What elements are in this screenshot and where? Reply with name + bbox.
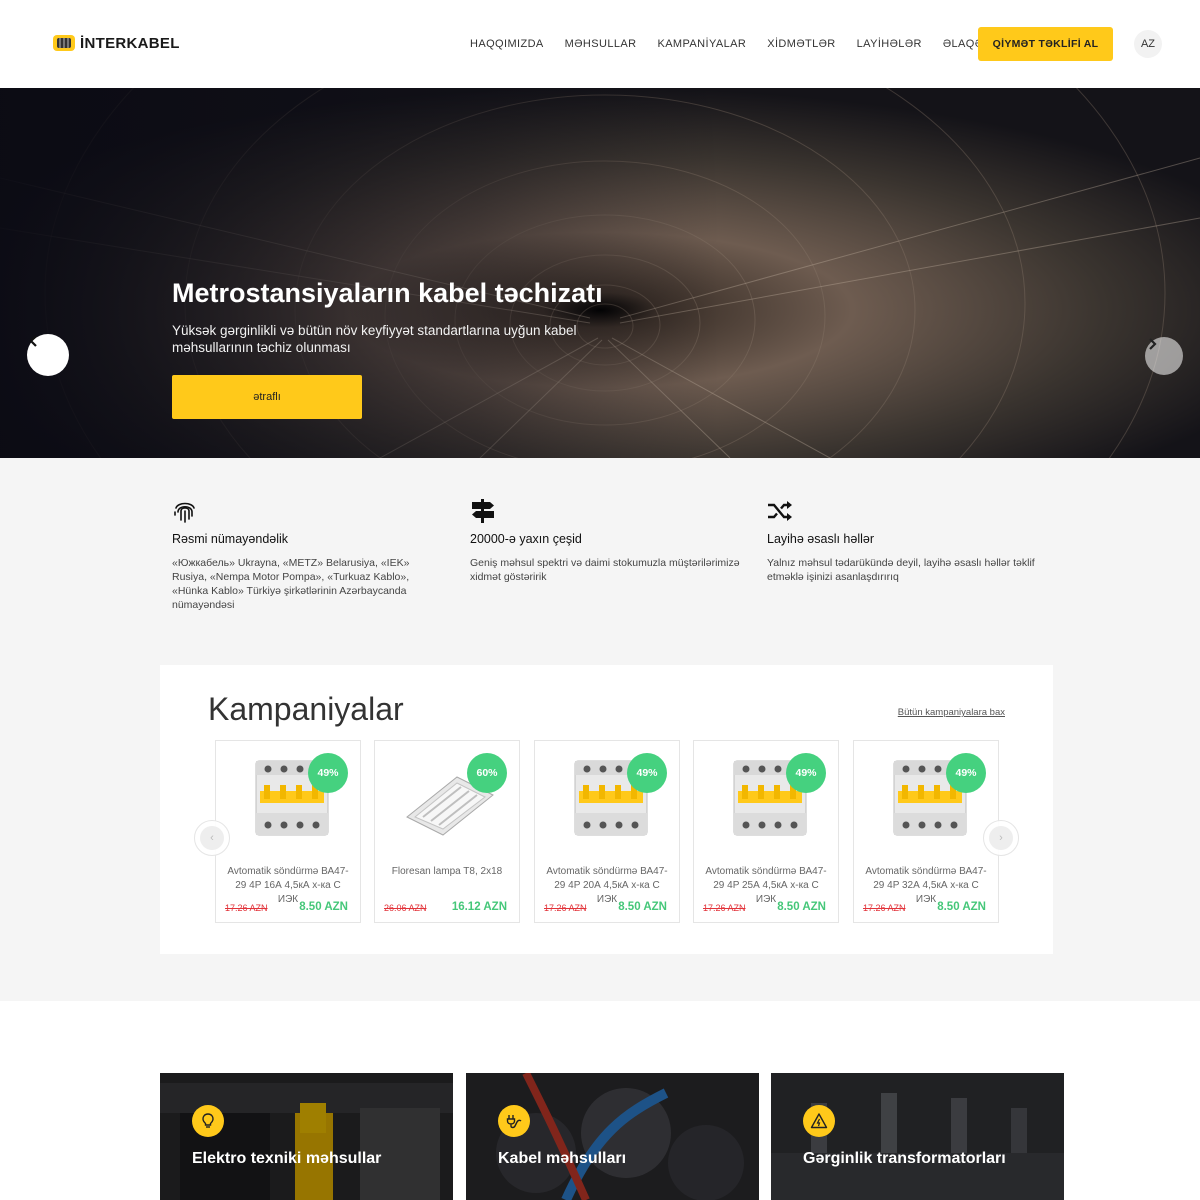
feature-projects: Layihə əsaslı həllər Yalnız məhsul tədar… (767, 498, 1037, 584)
product-card[interactable]: 49% Avtomatik söndürmə ВА47-29 4P 20А 4,… (534, 740, 680, 923)
chevron-right-icon: › (989, 826, 1013, 850)
warning-icon (803, 1105, 835, 1137)
hero-next-button[interactable] (1145, 337, 1183, 375)
old-price: 26.06 AZN (384, 903, 427, 913)
feature-text: Yalnız məhsul tədarükündə deyil, layihə … (767, 557, 1035, 583)
discount-badge: 60% (467, 753, 507, 793)
product-card[interactable]: 60% Floresan lampa T8, 2x18 26.06 AZN 16… (374, 740, 520, 923)
logo-text: İNTERKABEL (80, 34, 180, 52)
section-title: Kampaniyalar (208, 691, 404, 727)
request-quote-button[interactable]: QİYMƏT TƏKLİFİ AL (978, 27, 1113, 61)
old-price: 17.26 AZN (863, 903, 906, 913)
category-label: Elektro texniki məhsullar (192, 1150, 382, 1167)
nav-item-projects[interactable]: LAYİHƏLƏR (857, 38, 922, 50)
new-price: 8.50 AZN (299, 901, 348, 913)
new-price: 8.50 AZN (618, 901, 667, 913)
new-price: 8.50 AZN (937, 901, 986, 913)
feature-range: 20000-ə yaxın çeşid Geniş məhsul spektri… (470, 498, 740, 584)
old-price: 17.26 AZN (225, 903, 268, 913)
lightbulb-icon (192, 1105, 224, 1137)
nav-item-services[interactable]: XİDMƏTLƏR (767, 38, 835, 50)
product-card[interactable]: 49% Avtomatik söndürmə ВА47-29 4P 25А 4,… (693, 740, 839, 923)
logo[interactable]: İNTERKABEL (52, 33, 180, 53)
new-price: 16.12 AZN (451, 901, 507, 913)
chevron-right-icon (1149, 338, 1157, 350)
shuffle-icon (768, 501, 792, 521)
chevron-left-icon: ‹ (200, 826, 224, 850)
discount-badge: 49% (627, 753, 667, 793)
carousel-prev-button[interactable]: ‹ (194, 820, 230, 856)
feature-text: «Южкабель» Ukrayna, «METZ» Belarusiya, «… (172, 557, 410, 611)
see-all-campaigns-link[interactable]: Bütün kampaniyalara bax (898, 707, 1005, 718)
category-card-cable[interactable]: Kabel məhsulları (466, 1073, 759, 1200)
language-switch[interactable]: AZ (1134, 30, 1162, 58)
hero-title: Metrostansiyaların kabel təchizatı (172, 278, 603, 308)
discount-badge: 49% (946, 753, 986, 793)
category-card-transformers[interactable]: Gərginlik transformatorları (771, 1073, 1064, 1200)
hero-subtitle: Yüksək gərginlikli və bütün növ keyfiyyə… (172, 323, 577, 355)
features-section: Rəsmi nümayəndəlik «Южкабель» Ukrayna, «… (0, 458, 1200, 658)
nav-item-about[interactable]: HAQQIMIZDA (470, 38, 544, 50)
main-nav: HAQQIMIZDA MƏHSULLAR KAMPANİYALAR XİDMƏT… (470, 38, 983, 50)
discount-badge: 49% (308, 753, 348, 793)
site-header: İNTERKABEL HAQQIMIZDA MƏHSULLAR KAMPANİY… (0, 0, 1200, 88)
feature-title: 20000-ə yaxın çeşid (470, 532, 582, 546)
product-name: Floresan lampa T8, 2x18 (391, 866, 503, 877)
cable-reel-icon (53, 35, 75, 51)
discount-badge: 49% (786, 753, 826, 793)
feature-official: Rəsmi nümayəndəlik «Южкабель» Ukrayna, «… (172, 498, 442, 612)
hero-more-button[interactable]: ətraflı (172, 375, 362, 419)
category-label: Gərginlik transformatorları (803, 1150, 1006, 1167)
category-label: Kabel məhsulları (498, 1150, 627, 1167)
chevron-left-icon (29, 335, 37, 347)
old-price: 17.26 AZN (703, 903, 746, 913)
fingerprint-icon (174, 502, 195, 523)
old-price: 17.26 AZN (544, 903, 587, 913)
plug-icon (498, 1105, 530, 1137)
campaigns-section: Kampaniyalar Bütün kampaniyalara bax 49%… (160, 665, 1053, 954)
feature-title: Layihə əsaslı həllər (767, 532, 875, 546)
carousel-next-button[interactable]: › (983, 820, 1019, 856)
hero-prev-button[interactable] (27, 334, 69, 376)
feature-title: Rəsmi nümayəndəlik (172, 532, 289, 546)
signpost-icon (472, 499, 494, 523)
nav-item-campaigns[interactable]: KAMPANİYALAR (657, 38, 746, 50)
product-card[interactable]: 49% Avtomatik söndürmə ВА47-29 4P 16А 4,… (215, 740, 361, 923)
product-card[interactable]: 49% Avtomatik söndürmə ВА47-29 4P 32А 4,… (853, 740, 999, 923)
feature-text: Geniş məhsul spektri və daimi stokumuzla… (470, 557, 740, 583)
category-card-electro[interactable]: Elektro texniki məhsullar (160, 1073, 453, 1200)
nav-item-products[interactable]: MƏHSULLAR (565, 38, 637, 50)
new-price: 8.50 AZN (777, 901, 826, 913)
